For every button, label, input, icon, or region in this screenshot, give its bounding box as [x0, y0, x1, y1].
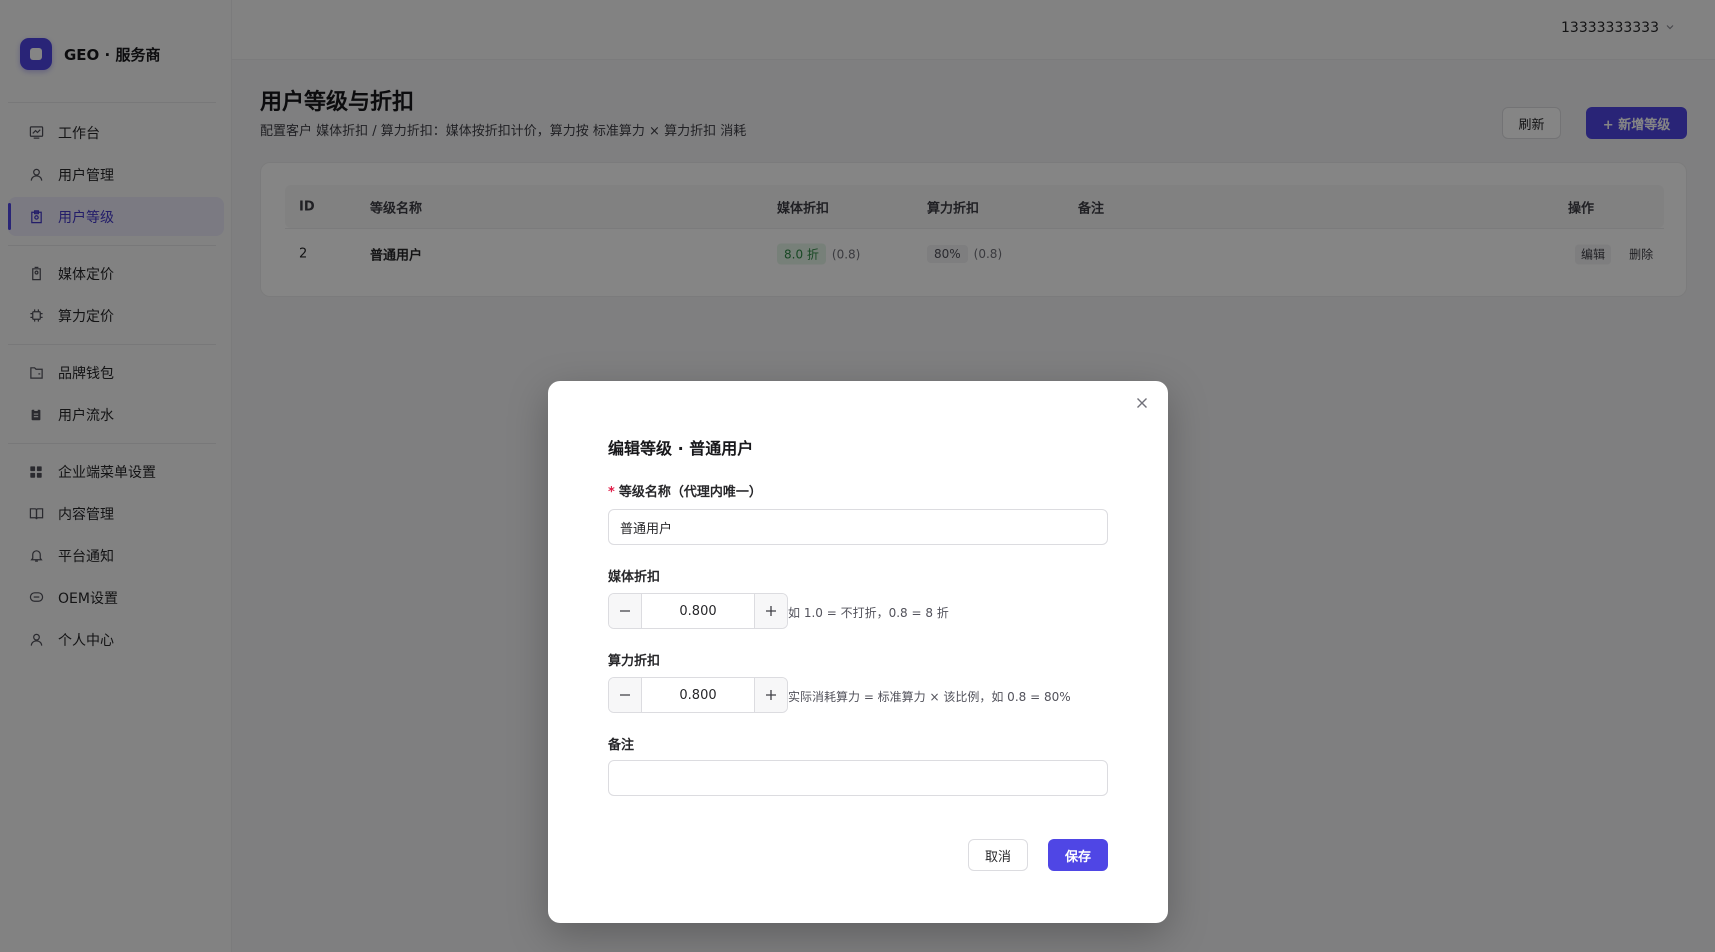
required-mark: *: [608, 485, 615, 500]
cancel-button[interactable]: 取消: [968, 839, 1028, 871]
level-name-label: * 等级名称（代理内唯一）: [608, 481, 762, 500]
increment-button[interactable]: [754, 594, 787, 628]
compute-discount-hint: 实际消耗算力 = 标准算力 × 该比例，如 0.8 = 80%: [788, 690, 1071, 704]
media-discount-hint: 如 1.0 = 不打折，0.8 = 8 折: [788, 606, 949, 620]
compute-discount-stepper: 0.800: [608, 677, 788, 713]
note-label: 备注: [608, 738, 635, 753]
compute-discount-input[interactable]: 0.800: [642, 678, 754, 712]
media-discount-stepper: 0.800: [608, 593, 788, 629]
increment-button[interactable]: [754, 678, 787, 712]
note-input[interactable]: [608, 760, 1108, 796]
compute-discount-label: 算力折扣: [608, 654, 661, 669]
dialog-title: 编辑等级 · 普通用户: [608, 439, 754, 458]
decrement-button[interactable]: [609, 594, 642, 628]
edit-level-dialog: 编辑等级 · 普通用户 * 等级名称（代理内唯一） 普通用户 媒体折扣 0.800…: [548, 381, 1168, 923]
level-name-input[interactable]: 普通用户: [608, 509, 1108, 545]
media-discount-input[interactable]: 0.800: [642, 594, 754, 628]
save-button[interactable]: 保存: [1048, 839, 1108, 871]
decrement-button[interactable]: [609, 678, 642, 712]
media-discount-label: 媒体折扣: [608, 570, 661, 585]
level-name-label-text: 等级名称（代理内唯一）: [618, 485, 762, 500]
close-icon[interactable]: [1132, 393, 1152, 413]
